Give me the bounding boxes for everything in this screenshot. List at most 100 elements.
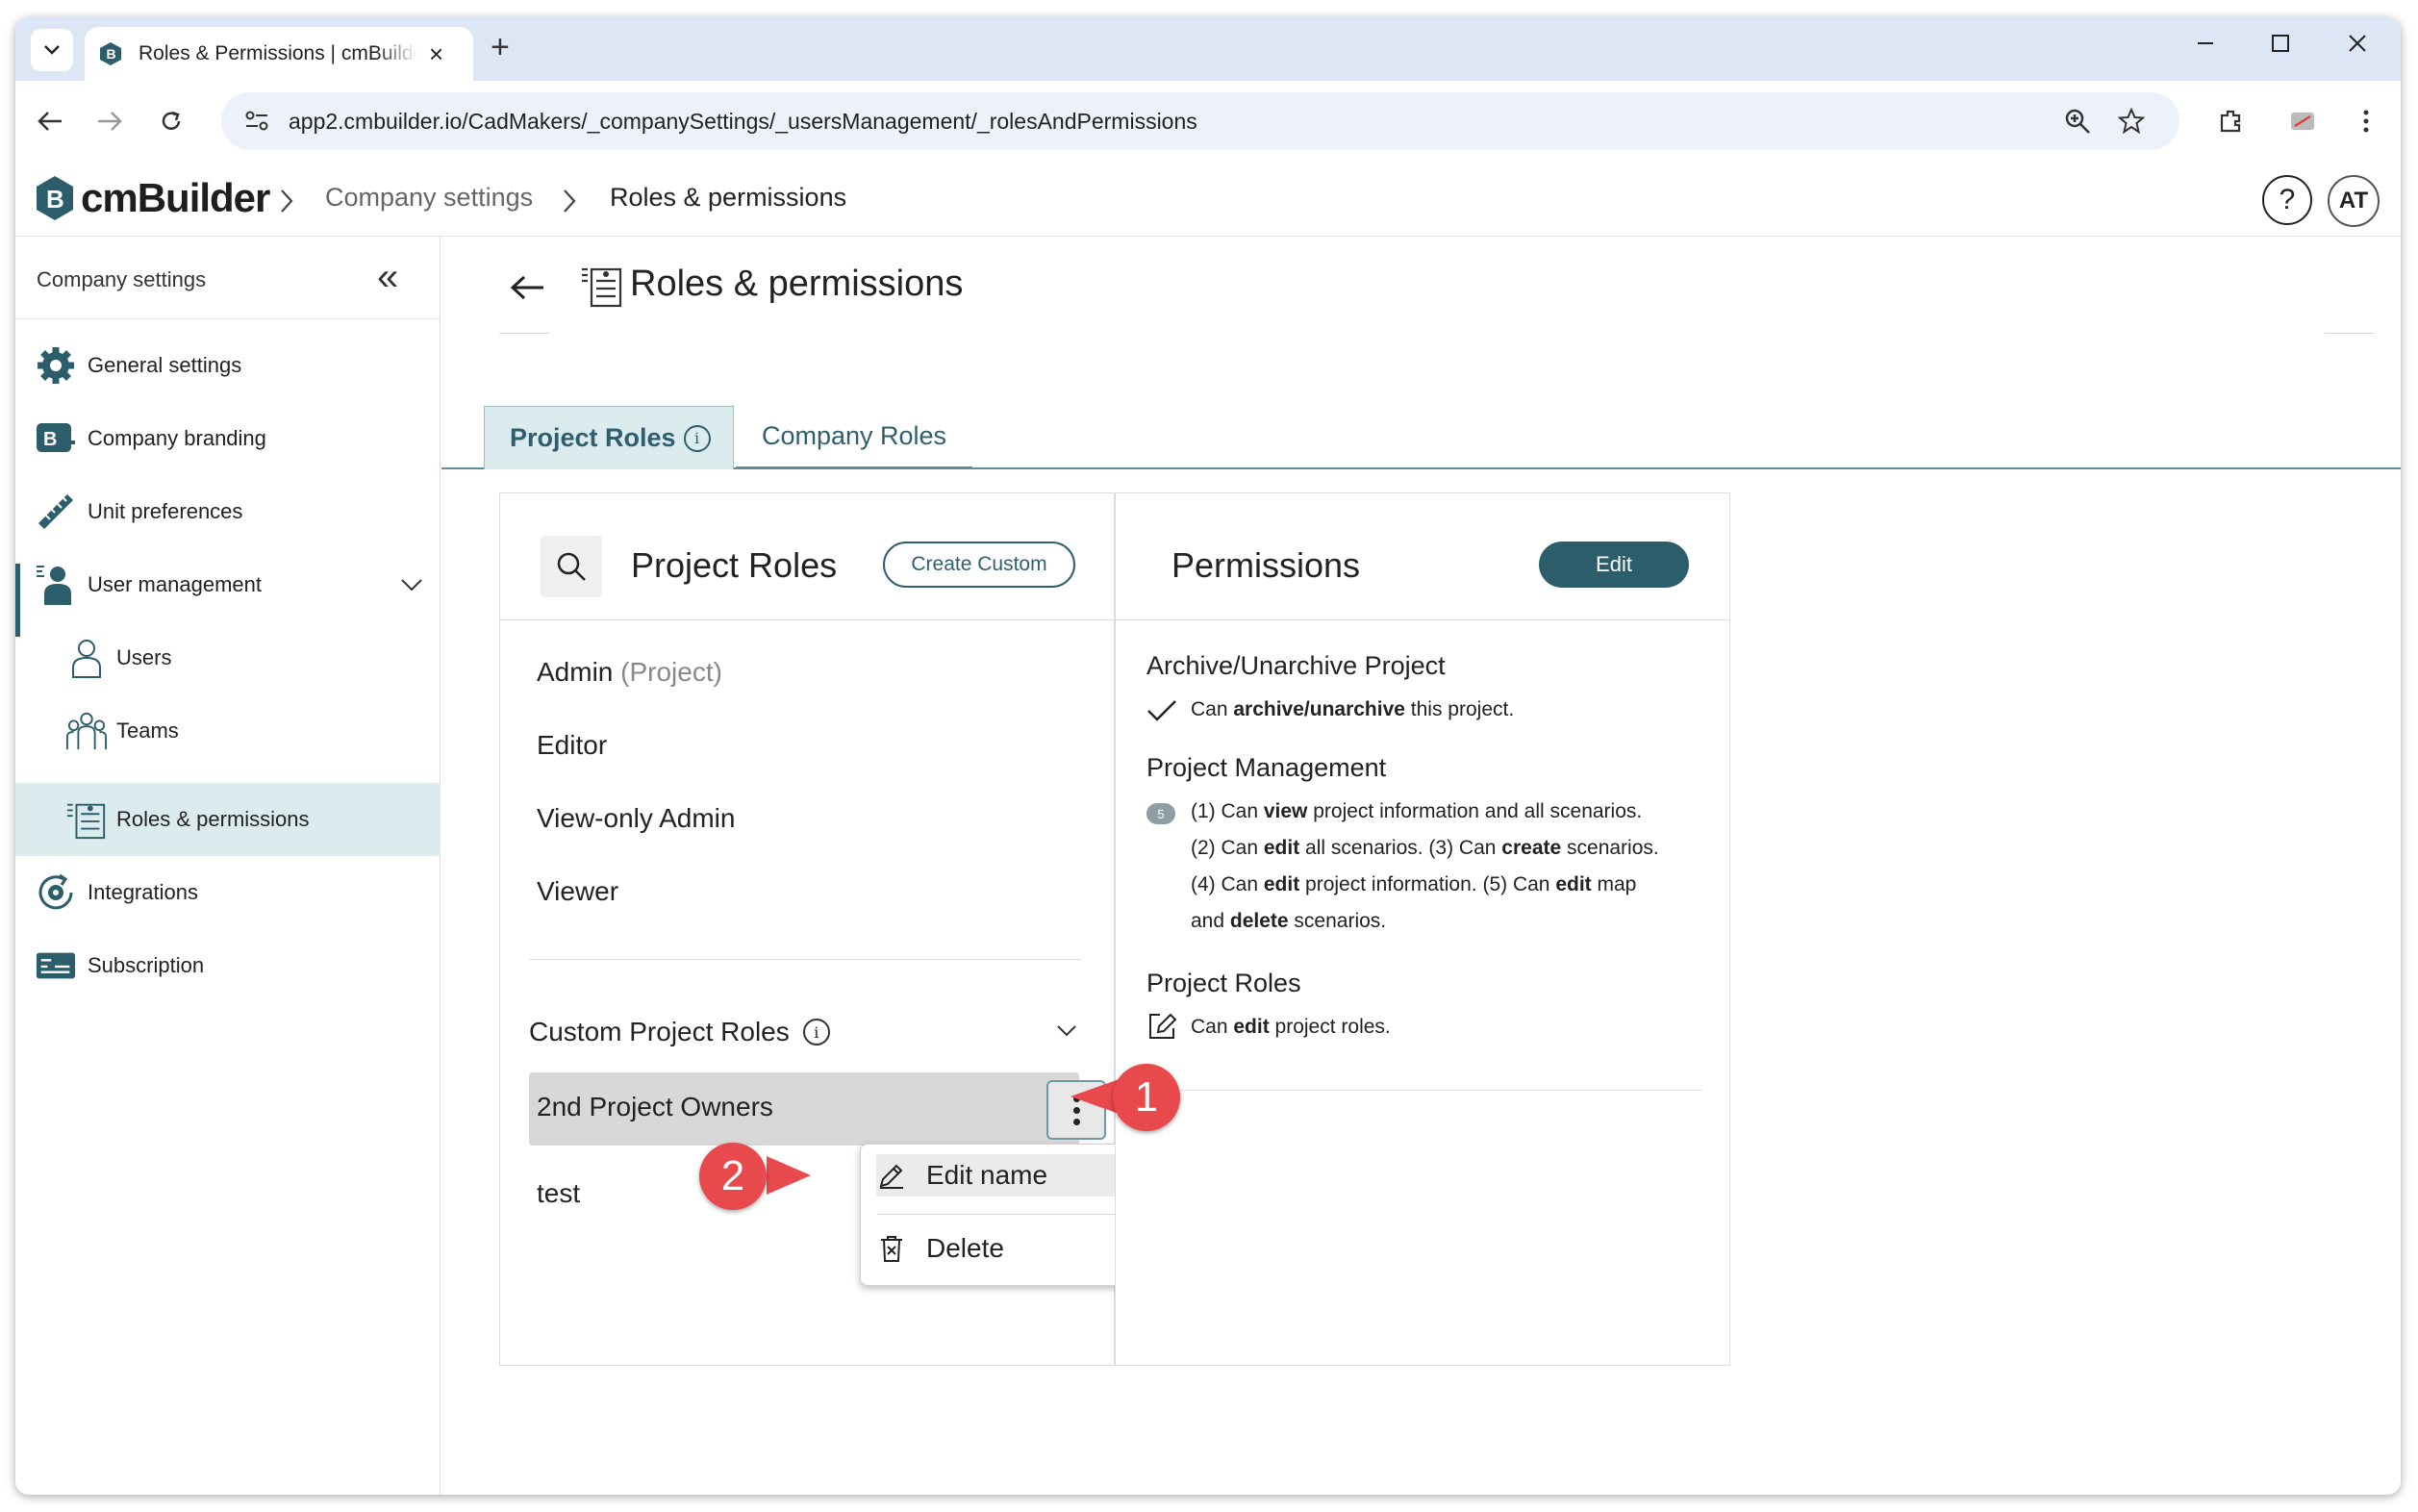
- callout-step-1: 1: [1113, 1064, 1180, 1131]
- menu-item-label: Edit name: [926, 1160, 1048, 1190]
- minimize-icon[interactable]: [2195, 31, 2216, 61]
- custom-role-item[interactable]: test: [537, 1178, 580, 1209]
- chevron-down-icon[interactable]: [400, 577, 423, 592]
- panel-title: Project Roles: [631, 545, 838, 585]
- role-item-view-only-admin[interactable]: View-only Admin: [537, 803, 735, 834]
- logo-wordmark: cmBuilder: [81, 175, 270, 220]
- address-bar-row: app2.cmbuilder.io/CadMakers/_companySett…: [15, 81, 2401, 162]
- role-item-admin[interactable]: Admin (Project): [537, 657, 722, 688]
- menu-item-edit-name[interactable]: Edit name: [876, 1154, 1126, 1197]
- app-logo[interactable]: B cmBuilder: [35, 175, 270, 221]
- sidebar-item-integrations[interactable]: Integrations: [15, 856, 441, 929]
- project-roles-panel: Project Roles Create Custom Admin (Proje…: [499, 492, 1137, 1366]
- forward-nav-icon[interactable]: [92, 104, 127, 139]
- back-nav-icon[interactable]: [33, 104, 67, 139]
- url-text: app2.cmbuilder.io/CadMakers/_companySett…: [289, 108, 1197, 134]
- back-arrow-icon[interactable]: [509, 273, 547, 302]
- sidebar-item-company-branding[interactable]: B Company branding: [15, 402, 441, 475]
- role-name: 2nd Project Owners: [537, 1092, 773, 1121]
- chevron-down-icon: [44, 45, 60, 55]
- callout-pointer-icon: [767, 1156, 811, 1195]
- page-title: Roles & permissions: [630, 264, 964, 304]
- cmbuilder-favicon-icon: B: [100, 42, 121, 65]
- sidebar-header: Company settings «: [15, 237, 440, 319]
- edit-permissions-button[interactable]: Edit: [1539, 542, 1689, 588]
- context-menu: Edit name Delete: [860, 1144, 1137, 1286]
- browser-window: B Roles & Permissions | cmBuilder × + ap…: [15, 17, 2401, 1495]
- omnibox[interactable]: app2.cmbuilder.io/CadMakers/_companySett…: [221, 92, 2179, 150]
- info-icon[interactable]: i: [802, 1019, 830, 1046]
- help-button[interactable]: ?: [2262, 175, 2312, 225]
- sidebar-item-roles-permissions[interactable]: Roles & permissions: [15, 783, 441, 856]
- permission-description: (1) Can view project information and all…: [1191, 800, 1659, 932]
- reload-icon[interactable]: [154, 104, 189, 139]
- sidebar-item-label: Integrations: [88, 880, 198, 904]
- sidebar-item-unit-preferences[interactable]: Unit preferences: [15, 475, 441, 548]
- info-icon[interactable]: i: [683, 424, 711, 452]
- sidebar-item-label: Company branding: [88, 426, 266, 450]
- tab-strip: B Roles & Permissions | cmBuilder × +: [15, 17, 2401, 81]
- search-button[interactable]: [541, 536, 602, 597]
- tab-project-roles[interactable]: Project Roles i: [484, 406, 734, 469]
- checkmark-icon: [1147, 700, 1176, 721]
- window-close-icon[interactable]: [2347, 31, 2368, 61]
- trash-icon: [876, 1234, 907, 1263]
- panel-title: Permissions: [1171, 545, 1361, 585]
- tab-company-roles[interactable]: Company Roles: [736, 406, 972, 469]
- role-item-editor[interactable]: Editor: [537, 730, 607, 761]
- custom-roles-header[interactable]: Custom Project Roles i: [529, 1017, 1087, 1047]
- roles-icon: [582, 267, 622, 308]
- bookmark-star-icon[interactable]: [2118, 108, 2145, 135]
- create-custom-button[interactable]: Create Custom: [883, 542, 1075, 588]
- app-header: B cmBuilder Company settings Roles & per…: [15, 162, 2401, 237]
- user-management-icon: [35, 564, 77, 606]
- search-icon: [557, 552, 586, 581]
- sidebar-item-teams[interactable]: Teams: [15, 694, 441, 768]
- divider: [529, 959, 1081, 960]
- browser-tab[interactable]: B Roles & Permissions | cmBuilder ×: [85, 27, 473, 81]
- role-item-viewer[interactable]: Viewer: [537, 876, 618, 907]
- edit-square-icon: [1149, 1013, 1177, 1039]
- roles-icon: [65, 798, 108, 841]
- new-tab-icon[interactable]: +: [491, 31, 510, 63]
- svg-text:B: B: [43, 429, 57, 450]
- role-scope: (Project): [620, 657, 722, 687]
- tab-search-dropdown[interactable]: [31, 29, 73, 71]
- menu-item-delete[interactable]: Delete: [876, 1227, 1126, 1270]
- main-content: Roles & permissions Project Roles i Comp…: [441, 237, 2401, 1495]
- sidebar-item-user-management[interactable]: User management: [15, 548, 441, 621]
- maximize-icon[interactable]: [2270, 31, 2291, 61]
- permission-heading: Project Roles: [1146, 969, 1301, 997]
- extensions-icon[interactable]: [2214, 104, 2249, 139]
- custom-role-item-selected[interactable]: 2nd Project Owners: [529, 1072, 1106, 1146]
- permission-count-badge: 5: [1146, 803, 1175, 824]
- role-name: Admin: [537, 657, 614, 687]
- team-icon: [65, 710, 108, 752]
- zoom-icon[interactable]: [2064, 108, 2091, 135]
- divider: [499, 333, 549, 334]
- svg-text:B: B: [107, 46, 116, 62]
- breadcrumb-company-settings[interactable]: Company settings: [325, 183, 533, 213]
- permission-heading: Project Management: [1146, 753, 1387, 782]
- tab-close-icon[interactable]: ×: [429, 41, 443, 66]
- user-icon: [65, 637, 108, 679]
- collapse-sidebar-icon[interactable]: «: [377, 258, 398, 296]
- site-settings-icon[interactable]: [244, 110, 269, 133]
- permission-description: Can archive/unarchive this project.: [1191, 698, 1515, 720]
- sidebar-item-users[interactable]: Users: [15, 621, 441, 694]
- divider: [2325, 333, 2375, 334]
- integrations-icon: [35, 871, 77, 914]
- gear-icon: [35, 344, 77, 387]
- chevron-down-icon[interactable]: [1056, 1017, 1077, 1046]
- avatar[interactable]: AT: [2328, 175, 2380, 227]
- breadcrumb-chevron-icon: [564, 189, 576, 213]
- menu-divider: [878, 1214, 1124, 1215]
- divider: [1146, 1090, 1702, 1091]
- sidebar-item-subscription[interactable]: Subscription: [15, 929, 441, 1002]
- sidebar-item-label: Roles & permissions: [116, 807, 310, 831]
- sidebar-item-general-settings[interactable]: General settings: [15, 329, 441, 402]
- breadcrumb-chevron-icon: [281, 189, 293, 213]
- browser-menu-icon[interactable]: [2349, 104, 2383, 139]
- custom-roles-title: Custom Project Roles: [529, 1017, 790, 1046]
- profile-extension-icon[interactable]: [2285, 104, 2320, 139]
